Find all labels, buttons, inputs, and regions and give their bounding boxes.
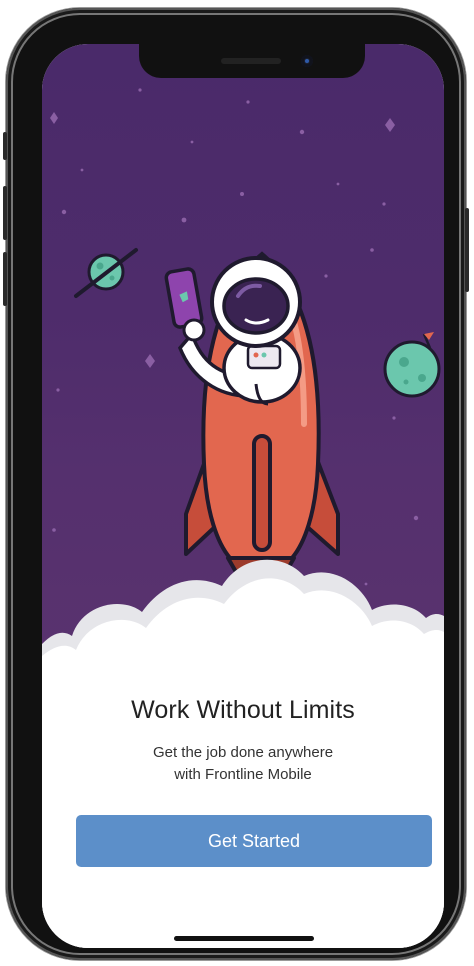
volume-down-button: [3, 252, 7, 306]
handheld-phone: [164, 267, 206, 342]
phone-frame: Work Without Limits Get the job done any…: [3, 8, 469, 960]
star-dot: [56, 388, 60, 392]
star-dot: [181, 217, 187, 223]
star-dot: [61, 209, 67, 215]
star-dot: [413, 515, 419, 521]
star-dot: [364, 582, 368, 586]
onboarding-subtitle: Get the job done anywhere with Frontline…: [42, 742, 444, 786]
star-dot: [324, 274, 328, 278]
star-dot: [138, 88, 142, 92]
star-dot: [80, 168, 84, 172]
subtitle-line-2: with Frontline Mobile: [174, 766, 312, 783]
star-dot: [52, 528, 56, 532]
ringed-planet: [74, 248, 138, 298]
subtitle-line-1: Get the job done anywhere: [152, 744, 334, 761]
home-indicator[interactable]: [174, 936, 314, 941]
get-started-button[interactable]: Get Started: [76, 815, 432, 867]
front-camera-icon: [301, 55, 313, 67]
star-sparkle: [385, 118, 395, 132]
star-dot: [382, 202, 386, 206]
onboarding-title: Work Without Limits: [131, 696, 355, 724]
phone-screen: Work Without Limits Get the job done any…: [42, 44, 444, 948]
star-sparkle: [50, 112, 58, 124]
volume-up-button: [3, 186, 7, 240]
launch-illustration: [42, 88, 444, 948]
star-dot: [299, 129, 305, 135]
device-notch: [139, 44, 365, 78]
star-dot: [246, 100, 250, 104]
star-dot: [240, 192, 244, 196]
moon-with-flag: [383, 332, 441, 398]
star-dot: [392, 416, 396, 420]
speaker-grille: [221, 58, 281, 64]
star-dot: [190, 140, 194, 144]
silent-switch: [3, 132, 7, 160]
star-dot: [336, 182, 340, 186]
star-dot: [370, 248, 374, 252]
power-button: [465, 208, 469, 292]
star-sparkle: [145, 354, 155, 368]
